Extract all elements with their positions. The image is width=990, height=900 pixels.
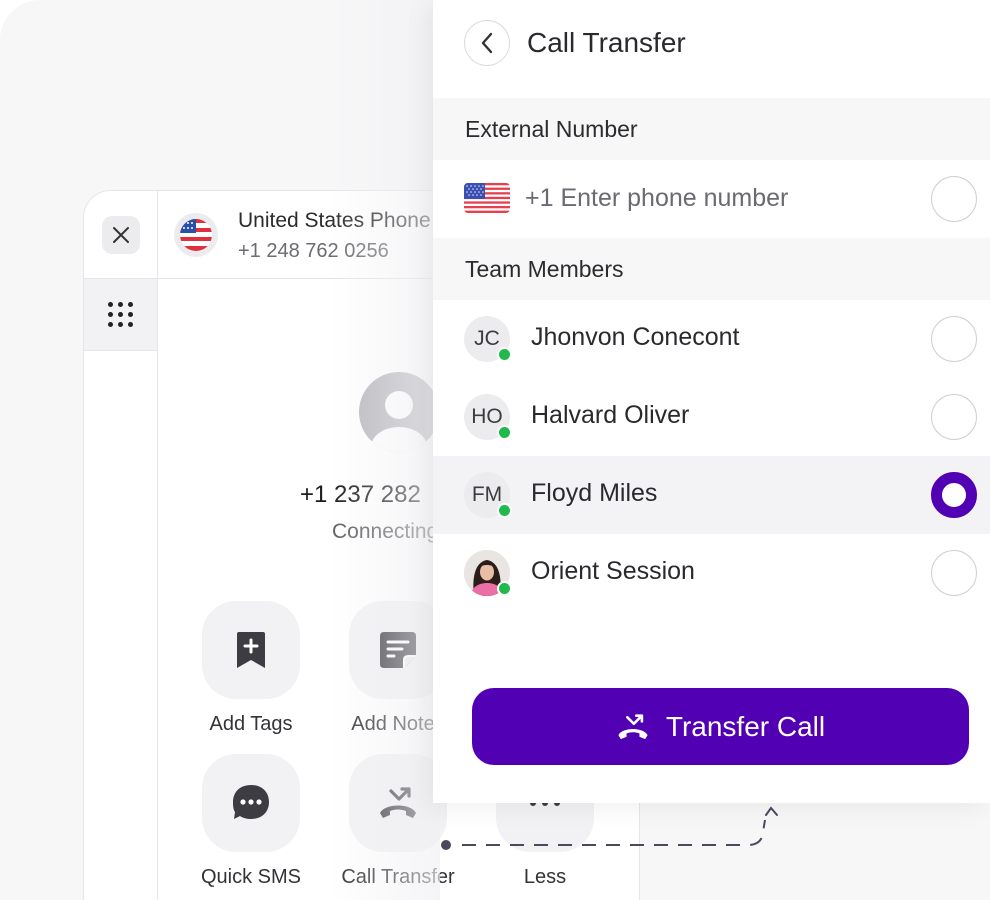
- member-name: Orient Session: [531, 557, 695, 585]
- member-row[interactable]: HO Halvard Oliver: [433, 378, 990, 456]
- member-row[interactable]: JC Jhonvon Conecont: [433, 300, 990, 378]
- phone-number-input[interactable]: [525, 178, 905, 218]
- caller-number: +1 237 282: [300, 481, 421, 508]
- action-label: Add Tags: [209, 713, 293, 735]
- external-number-radio[interactable]: [931, 176, 977, 222]
- dialpad-icon: [108, 302, 133, 327]
- action-label: Less: [523, 866, 567, 888]
- action-label: Quick SMS: [200, 866, 302, 888]
- member-name: Floyd Miles: [531, 479, 658, 507]
- call-status: Connecting: [332, 520, 439, 543]
- external-number-row: [433, 160, 990, 238]
- quick-sms-button[interactable]: [202, 754, 300, 852]
- action-quick-sms[interactable]: Quick SMS: [201, 754, 301, 889]
- line-name: United States Phone: [238, 209, 431, 232]
- close-cell: [84, 191, 157, 279]
- member-radio-selected[interactable]: [931, 472, 977, 518]
- external-number-heading: External Number: [433, 98, 990, 160]
- panel-header: Call Transfer: [433, 0, 990, 98]
- note-icon: [380, 632, 416, 668]
- us-flag-icon: [464, 183, 510, 213]
- member-radio[interactable]: [931, 550, 977, 596]
- online-status-dot: [497, 581, 512, 596]
- call-transfer-icon: [380, 787, 416, 818]
- online-status-dot: [497, 503, 512, 518]
- close-button[interactable]: [101, 215, 140, 254]
- add-tags-button[interactable]: [202, 601, 300, 699]
- member-row[interactable]: Orient Session: [433, 534, 990, 612]
- chat-bubble-icon: [233, 785, 269, 819]
- action-add-tags[interactable]: Add Tags: [202, 601, 300, 736]
- member-name: Halvard Oliver: [531, 401, 690, 429]
- member-row-selected[interactable]: FM Floyd Miles: [433, 456, 990, 534]
- team-members-heading: Team Members: [433, 238, 990, 300]
- member-name: Jhonvon Conecont: [531, 323, 740, 351]
- member-radio[interactable]: [931, 316, 977, 362]
- close-icon: [112, 226, 129, 243]
- panel-title: Call Transfer: [527, 27, 686, 58]
- online-status-dot: [497, 425, 512, 440]
- back-button[interactable]: [464, 20, 510, 66]
- online-status-dot: [497, 347, 512, 362]
- action-label: Call Transfer: [341, 866, 455, 888]
- line-number: +1 248 762 0256: [238, 240, 389, 262]
- phone-sidebar: [84, 191, 158, 900]
- member-radio[interactable]: [931, 394, 977, 440]
- bookmark-plus-icon: [237, 632, 265, 668]
- dialpad-button[interactable]: [84, 279, 157, 351]
- call-transfer-panel: Call Transfer External Number +1 Enter p…: [433, 0, 990, 803]
- call-transfer-icon: [618, 713, 648, 739]
- us-flag-icon: [174, 213, 218, 257]
- user-icon: [371, 391, 427, 452]
- chevron-left-icon: [481, 32, 493, 54]
- transfer-call-label: Transfer Call: [665, 710, 826, 742]
- caller-avatar: [359, 372, 439, 452]
- transfer-call-button[interactable]: Transfer Call: [472, 688, 969, 765]
